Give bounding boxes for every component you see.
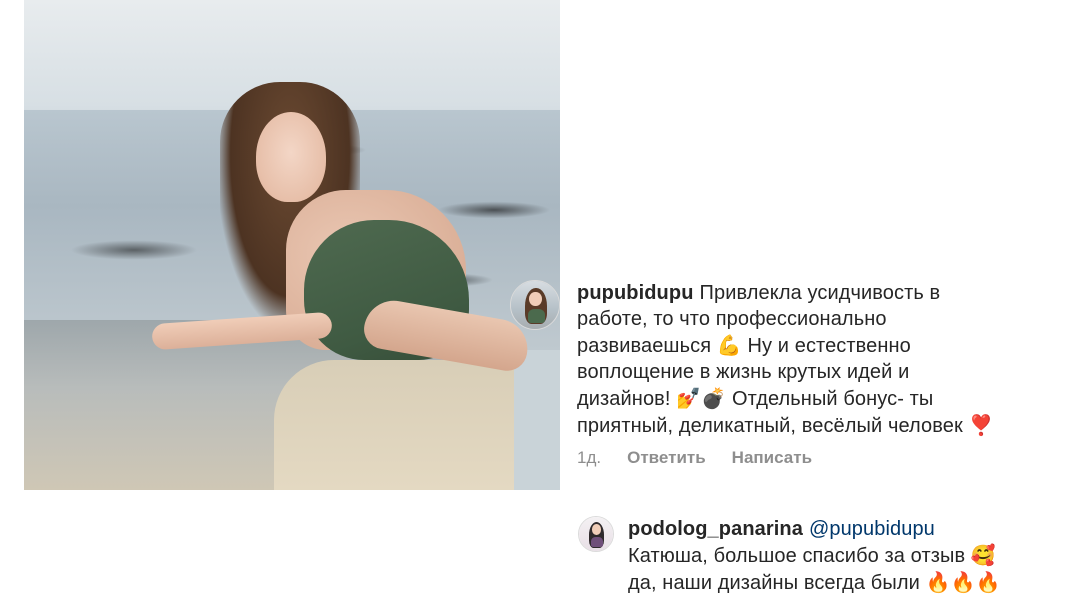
fire-emoji-icon: 🔥🔥🔥 [925, 570, 1001, 594]
reply-username[interactable]: podolog_panarina [628, 518, 803, 540]
reply-mention[interactable]: @pupubidupu [809, 518, 935, 540]
avatar-face [591, 524, 601, 535]
reply-line-1: podolog_panarina @pupubidupu [628, 516, 1068, 542]
smiling-face-hearts-emoji-icon: 🥰 [970, 543, 996, 567]
reply-avatar[interactable] [578, 516, 614, 552]
reply-body: podolog_panarina @pupubidupu Катюша, боль… [628, 516, 1068, 596]
reply-text-1: Катюша, большое спасибо за отзыв [628, 545, 966, 567]
reply-text-2: да, наши дизайны всегда были [628, 572, 920, 594]
reply-line-3: да, наши дизайны всегда были 🔥🔥🔥 [628, 569, 1068, 596]
comment-podolog-panarina: podolog_panarina @pupubidupu Катюша, боль… [0, 0, 1075, 594]
avatar-clothes [591, 536, 603, 547]
reply-line-2: Катюша, большое спасибо за отзыв 🥰 [628, 542, 1068, 569]
